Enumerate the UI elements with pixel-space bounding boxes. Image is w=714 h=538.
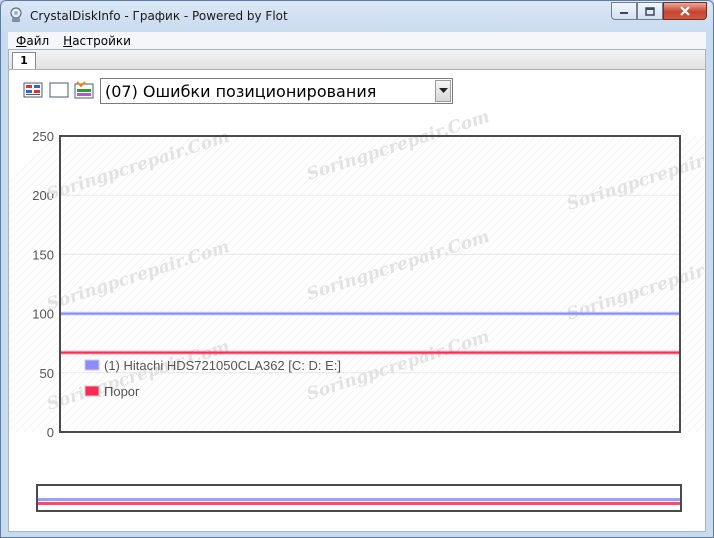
window-title: CrystalDiskInfo - График - Powered by Fl… xyxy=(30,9,288,23)
overview-plot xyxy=(38,498,680,505)
main-chart: 050100150200250Soringpcrepair.Com Soringp… xyxy=(9,110,705,440)
chevron-down-icon xyxy=(438,88,448,93)
legend-label: (1) Hitachi HDS721050CLA362 [C: D: E:] xyxy=(104,358,341,373)
tab-disk-1[interactable]: 1 xyxy=(12,52,36,69)
y-tick-label: 50 xyxy=(40,366,54,381)
overview-chart[interactable] xyxy=(36,484,682,512)
minimize-button[interactable] xyxy=(611,2,637,20)
app-window: CrystalDiskInfo - График - Powered by Fl… xyxy=(0,0,714,538)
app-icon xyxy=(10,7,22,22)
y-tick-label: 0 xyxy=(47,425,54,440)
title-bar[interactable]: CrystalDiskInfo - График - Powered by Fl… xyxy=(1,1,713,31)
attribute-select-value: (07) Ошибки позиционирования xyxy=(105,82,377,101)
close-button[interactable] xyxy=(663,2,707,20)
menu-file[interactable]: Файл xyxy=(8,34,55,48)
client-area: 1 (07) Ошибки позиционирования 0 50 100 150… xyxy=(8,49,706,532)
overview-threshold-line xyxy=(38,502,680,505)
blank-icon[interactable] xyxy=(49,81,69,99)
y-tick-label: 150 xyxy=(32,247,54,262)
minimize-icon xyxy=(620,12,628,14)
maximize-icon xyxy=(645,6,655,16)
settings-icon[interactable] xyxy=(74,81,94,99)
legend-swatch xyxy=(84,359,100,371)
overview-disk-line xyxy=(38,498,680,501)
dropdown-button[interactable] xyxy=(435,80,451,102)
legend-swatch xyxy=(84,385,100,397)
attribute-select[interactable]: (07) Ошибки позиционирования xyxy=(100,78,453,104)
hatch-line xyxy=(703,430,705,433)
menu-bar: Файл Настройки xyxy=(8,32,706,49)
y-tick-label: 250 xyxy=(32,129,54,144)
tab-strip: 1 xyxy=(9,50,705,70)
legend-label: Порог xyxy=(104,384,140,399)
select-disks-icon[interactable] xyxy=(23,81,43,99)
hatch-line xyxy=(9,135,57,184)
menu-settings[interactable]: Настройки xyxy=(55,34,137,48)
maximize-button[interactable] xyxy=(637,2,663,20)
close-icon xyxy=(680,6,690,16)
